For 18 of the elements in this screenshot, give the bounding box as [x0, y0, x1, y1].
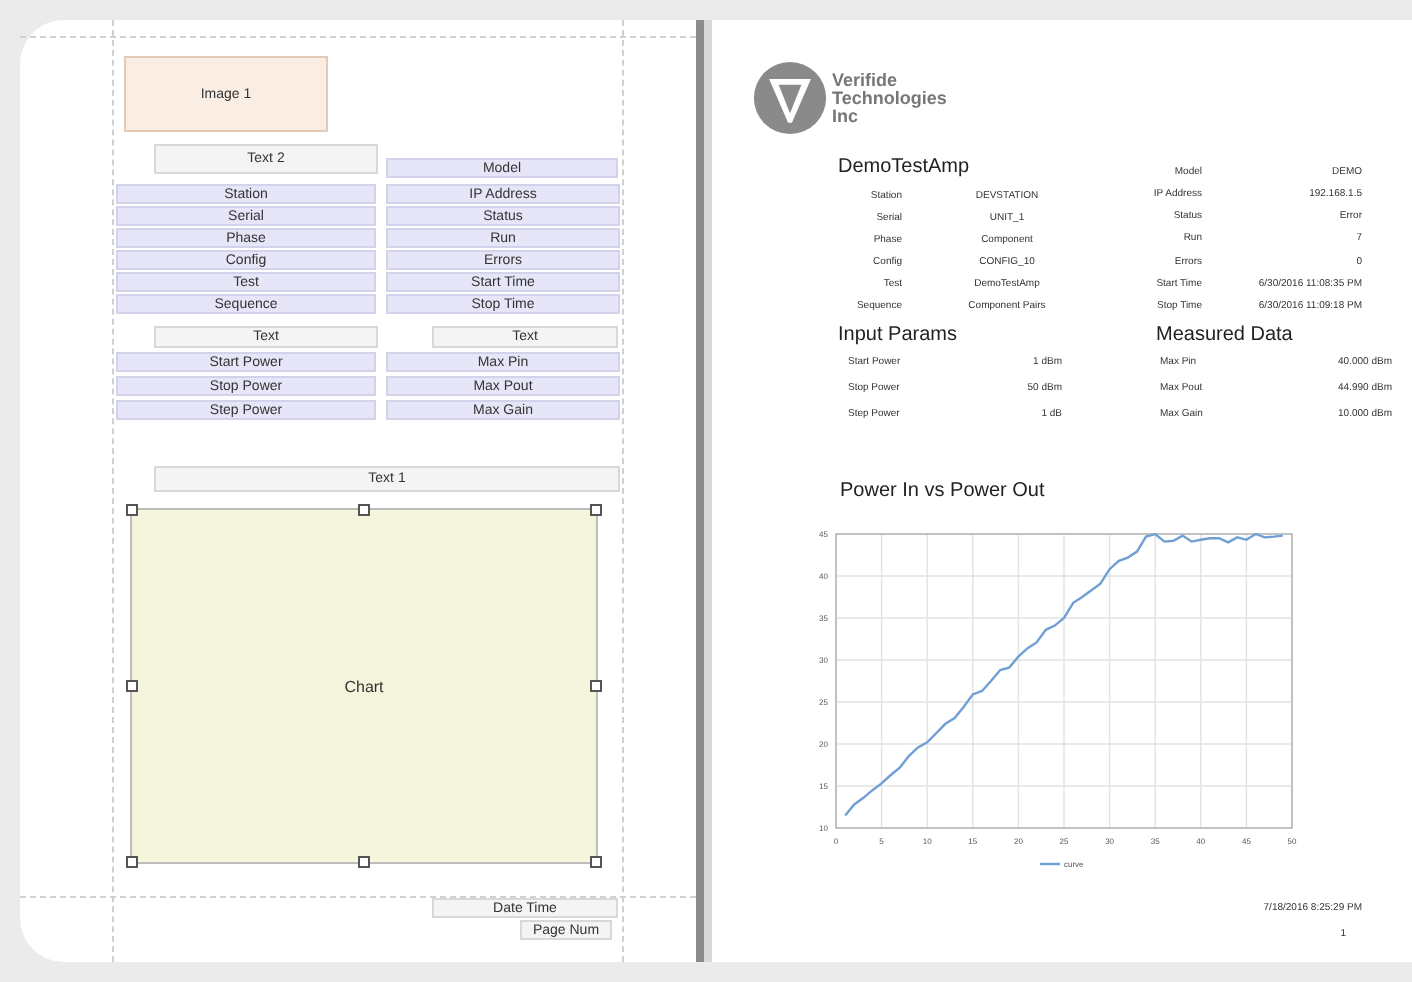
- company-name: Verifide: [832, 71, 900, 89]
- resize-handle[interactable]: [590, 680, 602, 692]
- resize-handle[interactable]: [590, 856, 602, 868]
- resize-handle[interactable]: [126, 504, 138, 516]
- logo-icon: [752, 60, 828, 136]
- report-title: DemoTestAmp: [838, 156, 972, 178]
- resize-handle[interactable]: [358, 504, 370, 516]
- company-name: Technologies: [832, 89, 947, 107]
- resize-handle[interactable]: [126, 856, 138, 868]
- resize-handle[interactable]: [590, 504, 602, 516]
- resize-handle[interactable]: [126, 680, 138, 692]
- company-name: Inc: [832, 107, 859, 125]
- resize-handle[interactable]: [358, 856, 370, 868]
- chart-title: Power In vs Power Out: [840, 480, 1047, 502]
- section-title: Measured Data: [1156, 324, 1295, 346]
- section-title: Input Params: [838, 324, 959, 346]
- chart-label: Chart: [344, 677, 384, 695]
- legend-line: [1040, 862, 1060, 866]
